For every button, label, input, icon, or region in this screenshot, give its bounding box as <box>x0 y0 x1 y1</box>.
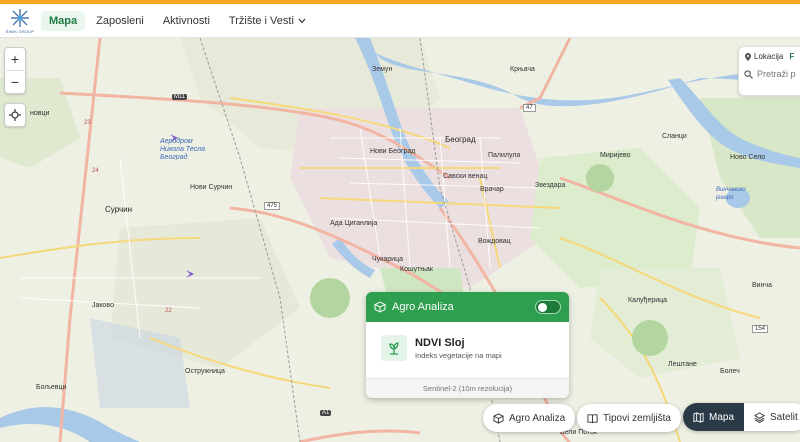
map-label-palilula: Палилула <box>488 152 521 159</box>
ndvi-text: NDVI Sloj Indeks vegetacije na mapi <box>415 337 502 360</box>
soil-types-label: Tipovi zemljišta <box>603 412 671 424</box>
agro-analysis-label: Agro Analiza <box>509 412 566 424</box>
nav-item-mapa[interactable]: Mapa <box>41 10 86 31</box>
soil-types-button[interactable]: Tipovi zemljišta <box>577 404 681 432</box>
agro-analysis-button[interactable]: Agro Analiza <box>483 404 576 432</box>
nav-item-aktivnosti[interactable]: Aktivnosti <box>155 11 218 31</box>
nav-item-zaposleni[interactable]: Zaposleni <box>88 11 152 31</box>
map-label-savski-venac: Савски венац <box>443 173 488 180</box>
map-label-zvezdara: Звездара <box>535 182 566 189</box>
logo-text: ŠINIK GROUP <box>5 28 35 34</box>
map-label-lestane: Лештане <box>668 361 697 368</box>
chevron-down-icon <box>298 18 306 23</box>
agro-card-title: Agro Analiza <box>392 301 454 313</box>
cube-icon <box>493 412 504 424</box>
agro-toggle[interactable] <box>535 300 561 314</box>
road-label-475: 475 <box>264 202 281 210</box>
logo-icon <box>11 8 29 27</box>
map-label-zemun: Земун <box>372 66 393 73</box>
tab-other[interactable]: F <box>789 52 794 61</box>
road-label-22: 22 <box>165 308 172 314</box>
nav-item-label: Aktivnosti <box>162 14 210 27</box>
map-mode-switch: Mapa Satelit <box>683 403 800 431</box>
agro-card-footer: Sentinel-2 (10m rezolucija) <box>366 378 569 398</box>
map-label-partial: новци <box>30 110 50 117</box>
map-mode-label: Mapa <box>709 411 735 423</box>
road-label-47: 47 <box>523 104 536 112</box>
plant-icon <box>389 342 399 355</box>
map-label-kaludjerica: Калуђерица <box>628 297 668 304</box>
map-label-ada: Ада Циганлија <box>330 220 378 227</box>
map-label-beograd: Београд <box>445 135 476 144</box>
soil-types-pill: Tipovi zemljišta <box>577 403 681 433</box>
ndvi-title: NDVI Sloj <box>415 336 465 349</box>
nav-item-trziste[interactable]: Tržište i Vesti <box>221 11 314 31</box>
satellite-mode-button[interactable]: Satelit <box>744 403 800 431</box>
ndvi-subtitle: Indeks vegetacije na mapi <box>415 350 502 360</box>
map-label-ostruznica: Остружница <box>185 368 225 375</box>
map-label-novi-beograd: Нови Београд <box>370 148 416 155</box>
map-label-bolec: Болеч <box>720 368 740 375</box>
search-tabs: Lokacija F <box>739 47 800 61</box>
map-mode-button[interactable]: Mapa <box>683 403 745 431</box>
map-label-novi-surcin: Нови Сурчин <box>190 184 233 191</box>
search-icon <box>744 69 753 79</box>
layers-icon <box>754 411 765 423</box>
map-label-vracar: Врачар <box>480 186 504 193</box>
map-label-krnjaca: Крњача <box>510 66 535 73</box>
map-label-boljevci: Бољевци <box>36 384 67 391</box>
map-label-kosutnjak: Кошутњак <box>400 266 433 273</box>
satellite-mode-label: Satelit <box>770 411 798 423</box>
search-panel: Lokacija F Pretraži p <box>738 46 800 96</box>
map-icon <box>693 411 704 423</box>
ndvi-layer-item[interactable]: NDVI Sloj Indeks vegetacije na mapi <box>381 335 569 361</box>
nav-item-label: Mapa <box>49 14 78 27</box>
map-label-mirijevo: Миријево <box>600 152 631 159</box>
agro-analysis-pill: Agro Analiza <box>483 403 576 433</box>
zoom-controls: + − <box>4 47 26 94</box>
pin-icon <box>745 52 751 61</box>
search-placeholder: Pretraži p <box>757 69 796 79</box>
road-label-154: 154 <box>752 325 769 333</box>
ndvi-icon <box>381 335 407 361</box>
map-label-airport: Аеродром Никола Тесла Београд <box>160 138 205 161</box>
locate-control <box>4 103 26 127</box>
road-label-24: 24 <box>92 168 99 174</box>
search-input[interactable]: Pretraži p <box>744 69 800 79</box>
toggle-knob <box>538 303 547 312</box>
crosshair-icon <box>9 109 21 121</box>
nav-item-label: Zaposleni <box>96 14 144 27</box>
zoom-in-button[interactable]: + <box>4 48 26 70</box>
cube-icon <box>374 301 386 313</box>
road-label-23: 23 <box>84 120 91 126</box>
agro-card-header: Agro Analiza <box>366 292 569 322</box>
nav-item-label: Tržište i Vesti <box>228 14 294 27</box>
agro-analysis-card: Agro Analiza NDVI Sloj Indeks vegetacije… <box>366 292 569 398</box>
road-label-m11: M11 <box>172 94 188 100</box>
map-label-cukarica: Чукарица <box>372 256 403 263</box>
locate-button[interactable] <box>4 104 26 126</box>
map-label-vinca: Винча <box>752 282 772 289</box>
map-label-slanci: Сланци <box>662 133 687 140</box>
map-label-surcin: Сурчин <box>105 205 133 214</box>
top-navbar: ŠINIK GROUP Mapa Zaposleni Aktivnosti Tr… <box>0 4 800 38</box>
zoom-out-button[interactable]: − <box>4 71 26 93</box>
company-logo[interactable]: ŠINIK GROUP <box>2 4 38 38</box>
road-label-a1: A1 <box>320 410 332 416</box>
map-label-vozdovac: Вождовац <box>478 238 511 245</box>
map-label-jakovo: Јаково <box>92 302 114 309</box>
map-label-lake: Винчанско језеро <box>716 187 746 201</box>
map-label-novo-selo: Ново Село <box>730 154 766 161</box>
book-icon <box>587 413 598 423</box>
tab-location[interactable]: Lokacija <box>754 52 783 61</box>
